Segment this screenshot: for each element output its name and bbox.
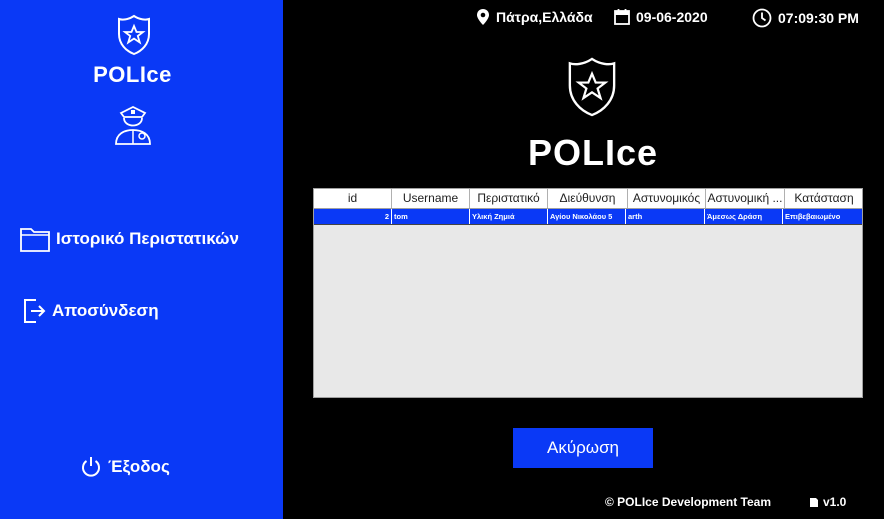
nav-incident-history-label: Ιστορικό Περιστατικών (56, 229, 239, 248)
incidents-table: id Username Περιστατικό Διεύθυνση Αστυνο… (313, 188, 863, 398)
table-header: id Username Περιστατικό Διεύθυνση Αστυνο… (314, 189, 862, 209)
table-cell: 2 (314, 209, 392, 224)
table-cell: arth (626, 209, 705, 224)
version-text: v1.0 (823, 495, 847, 509)
column-header[interactable]: id (314, 189, 392, 208)
exit-label: Έξοδος (108, 457, 170, 476)
column-header[interactable]: Διεύθυνση (548, 189, 628, 208)
column-header[interactable]: Αστυνομική ... (706, 189, 785, 208)
cancel-button[interactable]: Ακύρωση (513, 428, 653, 468)
table-cell: Αγίου Νικολάου 5 (548, 209, 626, 224)
police-badge-icon (116, 14, 152, 56)
main-panel: Πάτρα,Ελλάδα 09-06-2020 07:09:30 PM POLI (283, 0, 884, 519)
main-app-title: POLIce (527, 132, 659, 173)
table-row[interactable]: 2 tom Υλική Ζημιά Αγίου Νικολάου 5 arth … (314, 209, 862, 225)
column-header[interactable]: Username (392, 189, 470, 208)
sidebar: POLIce Ιστορικό Περιστατικών Αποσύνδεση … (0, 0, 283, 519)
table-cell: tom (392, 209, 470, 224)
time-text: 07:09:30 PM (778, 10, 859, 26)
sidebar-app-title: POLIce (93, 62, 172, 87)
nav-incident-history[interactable]: Ιστορικό Περιστατικών (20, 226, 239, 252)
date-text: 09-06-2020 (636, 8, 708, 25)
table-cell: Υλική Ζημιά (470, 209, 548, 224)
power-icon (80, 456, 102, 478)
copyright-text: © POLIce Development Team (605, 495, 772, 509)
nav-logout-label: Αποσύνδεση (52, 301, 159, 320)
clock-icon (752, 8, 772, 28)
time-info: 07:09:30 PM (752, 8, 859, 28)
exit-button[interactable]: Έξοδος (80, 456, 170, 478)
folder-icon (20, 226, 50, 252)
column-header[interactable]: Κατάσταση (785, 189, 863, 208)
table-cell: Άμεσως Δράση (705, 209, 783, 224)
version-icon (809, 497, 819, 508)
column-header[interactable]: Αστυνομικός (628, 189, 706, 208)
date-info: 09-06-2020 (614, 8, 708, 25)
nav-logout[interactable]: Αποσύνδεση (22, 298, 159, 324)
map-pin-icon (476, 8, 490, 26)
police-badge-icon (565, 56, 619, 118)
table-cell: Επιβεβαιωμένο (785, 212, 841, 221)
version-info: v1.0 (809, 495, 846, 509)
police-officer-icon (112, 104, 154, 146)
calendar-icon (614, 8, 630, 25)
location-text: Πάτρα,Ελλάδα (496, 9, 593, 25)
column-header[interactable]: Περιστατικό (470, 189, 548, 208)
logout-icon (22, 298, 46, 324)
location-info: Πάτρα,Ελλάδα (476, 8, 593, 26)
